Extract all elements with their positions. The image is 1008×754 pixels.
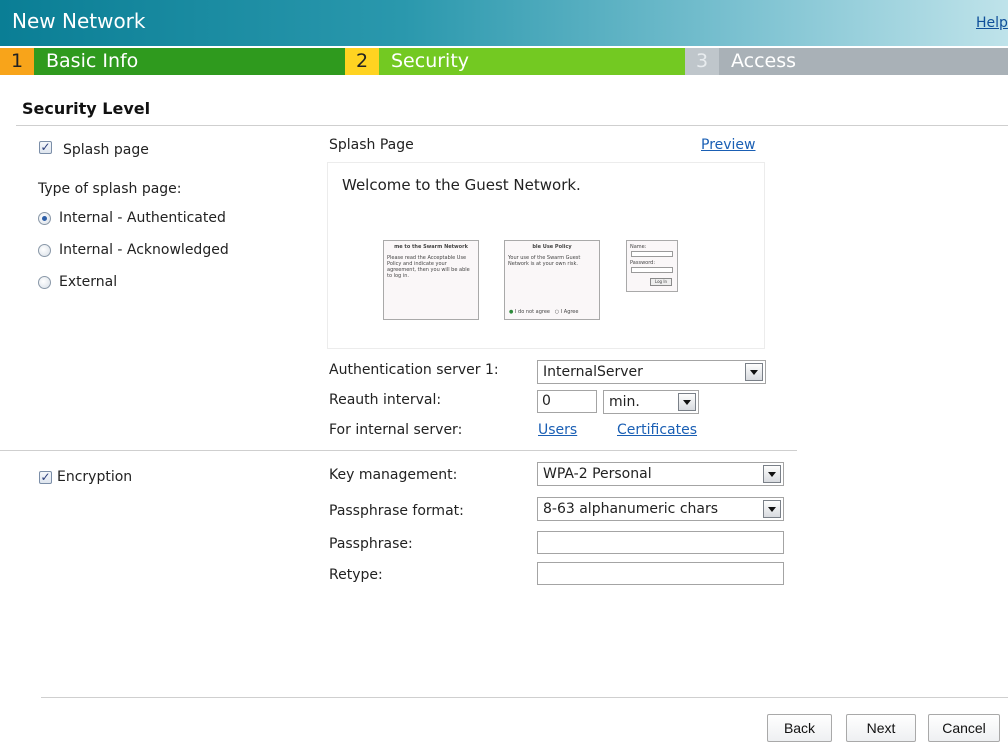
card-name-field — [631, 251, 673, 257]
internal-server-label: For internal server: — [329, 422, 463, 438]
retype-input[interactable] — [537, 562, 784, 585]
radio-internal-acknowledged[interactable] — [38, 244, 51, 257]
window-title: New Network — [12, 9, 146, 33]
option-label: External — [59, 274, 118, 290]
auth-server-label: Authentication server 1: — [329, 362, 499, 378]
step-basic-info[interactable]: 1 Basic Info — [0, 48, 345, 75]
reauth-unit-value: min. — [609, 394, 640, 410]
passphrase-input[interactable] — [537, 531, 784, 554]
card-body: Your use of the Swarm Guest Network is a… — [508, 255, 581, 267]
card-name-label: Name: — [630, 244, 647, 250]
radio-external[interactable] — [38, 276, 51, 289]
cancel-button[interactable]: Cancel — [928, 714, 1000, 742]
encryption-checkbox[interactable]: ✓ — [39, 471, 52, 484]
card-login-button: Log In — [650, 278, 672, 286]
preview-card-login-form: Name: Password: Log In — [626, 240, 678, 292]
key-management-value: WPA-2 Personal — [543, 466, 652, 482]
preview-card-use-policy: ble Use Policy Your use of the Swarm Gue… — [504, 240, 600, 320]
passphrase-format-select[interactable]: 8-63 alphanumeric chars — [537, 497, 784, 521]
option-label: Internal - Acknowledged — [59, 242, 229, 258]
preview-welcome-text: Welcome to the Guest Network. — [342, 176, 581, 194]
step-number: 1 — [0, 48, 34, 75]
next-button[interactable]: Next — [846, 714, 916, 742]
splash-panel-title: Splash Page — [329, 137, 414, 153]
step-security[interactable]: 2 Security — [345, 48, 685, 75]
card-body: Please read the Acceptable Use Policy an… — [387, 255, 470, 279]
users-link[interactable]: Users — [538, 422, 577, 438]
step-number: 2 — [345, 48, 379, 75]
preview-link[interactable]: Preview — [701, 137, 756, 153]
reauth-interval-input[interactable]: 0 — [537, 390, 597, 413]
step-label: Access — [731, 50, 797, 72]
card-title: me to the Swarm Network — [394, 244, 468, 250]
back-button[interactable]: Back — [767, 714, 832, 742]
reauth-unit-select[interactable]: min. — [603, 390, 699, 414]
splash-page-label: Splash page — [63, 142, 149, 158]
step-label: Basic Info — [46, 50, 139, 72]
footer-divider — [41, 697, 1008, 698]
chevron-down-icon[interactable] — [763, 500, 781, 518]
card-choice-disagree: I do not agree — [514, 309, 550, 315]
encryption-label: Encryption — [57, 469, 133, 485]
key-management-label: Key management: — [329, 467, 458, 483]
help-link[interactable]: Help — [976, 15, 1008, 31]
preview-card-login-info: me to the Swarm Network Please read the … — [383, 240, 479, 320]
title-bar: New Network Help — [0, 0, 1008, 46]
passphrase-format-label: Passphrase format: — [329, 503, 464, 519]
radio-internal-authenticated[interactable] — [38, 212, 51, 225]
passphrase-format-value: 8-63 alphanumeric chars — [543, 501, 719, 517]
certificates-link[interactable]: Certificates — [617, 422, 697, 438]
splash-preview-image: Welcome to the Guest Network. me to the … — [327, 162, 765, 349]
chevron-down-icon[interactable] — [745, 363, 763, 381]
step-number: 3 — [685, 48, 719, 75]
auth-server-value: InternalServer — [543, 364, 643, 380]
splash-type-label: Type of splash page: — [38, 181, 182, 197]
chevron-down-icon[interactable] — [763, 465, 781, 483]
section-title: Security Level — [22, 99, 151, 118]
card-choices: ● I do not agree ○ I Agree — [509, 309, 579, 315]
passphrase-label: Passphrase: — [329, 536, 413, 552]
option-label: Internal - Authenticated — [59, 210, 226, 226]
card-choice-agree: I Agree — [560, 309, 579, 315]
reauth-interval-label: Reauth interval: — [329, 392, 442, 408]
card-password-field — [631, 267, 673, 273]
step-label: Security — [391, 50, 470, 72]
card-password-label: Password: — [630, 260, 656, 266]
retype-label: Retype: — [329, 567, 383, 583]
section-divider — [0, 450, 797, 451]
step-access[interactable]: 3 Access — [685, 48, 1008, 75]
key-management-select[interactable]: WPA-2 Personal — [537, 462, 784, 486]
splash-page-checkbox[interactable]: ✓ — [39, 141, 52, 154]
section-divider — [16, 125, 1008, 126]
card-title: ble Use Policy — [532, 244, 572, 250]
auth-server-select[interactable]: InternalServer — [537, 360, 766, 384]
chevron-down-icon[interactable] — [678, 393, 696, 411]
